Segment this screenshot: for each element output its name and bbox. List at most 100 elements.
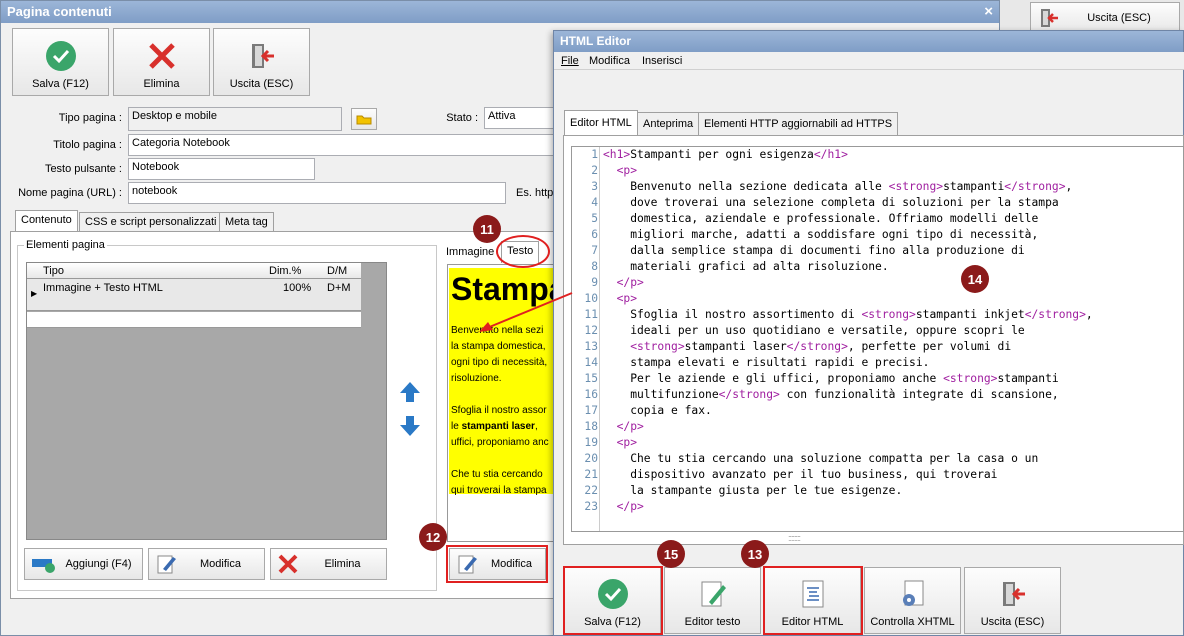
arrow-up-icon — [400, 382, 420, 402]
menu-modifica[interactable]: Modifica — [589, 55, 630, 67]
testo-pulsante-field[interactable]: Notebook — [128, 158, 315, 180]
menu-bar: File Modifica Inserisci — [554, 52, 1184, 70]
splitter-handle[interactable]: :::::::: — [788, 533, 801, 543]
titolo-field[interactable]: Categoria Notebook — [128, 134, 554, 156]
html-tag: <strong> — [861, 308, 916, 321]
tab-anteprima[interactable]: Anteprima — [637, 112, 700, 135]
code-line: Sfoglia il nostro assortimento di <stron… — [603, 308, 1093, 321]
html-tag: <p> — [616, 164, 638, 177]
code-text: migliori marche, adatti a soddisfare ogn… — [603, 228, 1039, 241]
tab-elementi-http[interactable]: Elementi HTTP aggiornabili ad HTTPS — [698, 112, 899, 135]
preview-p2-line: le stampanti laser, — [451, 419, 554, 435]
code-text: , — [1085, 308, 1093, 321]
code-text: Stampanti per ogni esigenza — [630, 148, 814, 161]
code-line: copia e fax. — [603, 404, 712, 417]
validate-xhtml-button[interactable]: Controlla XHTML — [864, 567, 961, 634]
marker-15: 15 — [657, 540, 685, 568]
menu-inserisci[interactable]: Inserisci — [642, 55, 682, 67]
exit-icon — [1041, 9, 1058, 27]
code-text: Sfoglia il nostro assortimento di — [603, 308, 862, 321]
line-number: 4 — [591, 196, 598, 209]
edit-icon — [157, 555, 176, 574]
main-window-title: Pagina contenuti — [1, 1, 999, 23]
table-row[interactable]: ▶ Immagine + Testo HTML 100% D+M — [27, 279, 361, 311]
close-icon[interactable]: × — [984, 3, 993, 20]
html-tag: <h1> — [603, 148, 631, 161]
editor-text-label: Editor testo — [684, 616, 741, 628]
code-line: migliori marche, adatti a soddisfare ogn… — [603, 228, 1038, 241]
gear-doc-icon — [902, 580, 923, 606]
save-button[interactable]: Salva (F12) — [12, 28, 109, 96]
code-line: materiali grafici ad alta risoluzione. — [603, 260, 888, 273]
code-line: <h1>Stampanti per ogni esigenza</h1> — [603, 148, 848, 161]
tipo-pagina-field[interactable]: Desktop e mobile — [128, 107, 342, 131]
preview-p2-text: le — [451, 421, 462, 432]
line-number: 23 — [584, 500, 598, 513]
exit-icon — [1002, 582, 1025, 606]
marker-11: 11 — [473, 215, 501, 243]
preview-p3-line: Che tu stia cercando — [451, 469, 543, 480]
editor-text-button[interactable]: Editor testo — [664, 567, 761, 634]
preview-p3-line: qui troverai la stampa — [451, 485, 547, 496]
preview-p1-line: risoluzione. — [451, 373, 502, 384]
line-number: 21 — [584, 468, 598, 481]
editor-title-bar: HTML Editor — [554, 31, 1183, 52]
html-tag: </p> — [616, 420, 644, 433]
code-text: stampanti laser — [684, 340, 787, 353]
code-line: <p> — [603, 436, 637, 449]
edit-icon — [701, 581, 726, 607]
code-line: la stampante giusta per le tue esigenze. — [603, 484, 902, 497]
tab-editor-html[interactable]: Editor HTML — [564, 110, 638, 135]
code-editor[interactable]: 1 <h1>Stampanti per ogni esigenza</h1> 2 <… — [571, 146, 1184, 532]
grid-new-row[interactable] — [27, 312, 361, 328]
delete-element-button[interactable]: Elimina — [270, 548, 387, 580]
folder-button[interactable] — [351, 108, 377, 130]
row-dm: D+M — [327, 282, 351, 294]
line-number: 12 — [584, 324, 598, 337]
move-up-button[interactable] — [396, 378, 424, 406]
tipo-pagina-label: Tipo pagina : — [58, 112, 122, 124]
stato-select[interactable]: Attiva — [484, 107, 554, 129]
code-text: dalla semplice stampa di documenti fino … — [603, 244, 1025, 257]
line-number: 13 — [584, 340, 598, 353]
tab-meta-tag[interactable]: Meta tag — [219, 212, 274, 232]
move-down-button[interactable] — [396, 412, 424, 440]
titolo-label: Titolo pagina : — [53, 139, 122, 151]
nome-pagina-field[interactable]: notebook — [128, 182, 506, 204]
code-line: Per le aziende e gli uffici, proponiamo … — [603, 372, 1059, 385]
highlight-modifica — [446, 545, 548, 583]
html-tag: <strong> — [888, 180, 944, 193]
html-tag: </strong> — [1024, 308, 1086, 321]
menu-file[interactable]: File — [561, 55, 579, 67]
line-number: 15 — [584, 372, 598, 385]
edit-element-button[interactable]: Modifica — [148, 548, 265, 580]
add-button[interactable]: Aggiungi (F4) — [24, 548, 143, 580]
code-text: con funzionalità integrate di scansione, — [779, 388, 1059, 401]
annotation-arrow — [479, 292, 573, 332]
preview-tab-immagine[interactable]: Immagine — [441, 243, 500, 263]
col-dim: Dim.% — [269, 265, 302, 277]
add-item-icon — [32, 559, 55, 573]
col-tipo: Tipo — [43, 265, 64, 277]
editor-exit-button[interactable]: Uscita (ESC) — [964, 567, 1061, 634]
exit-button[interactable]: Uscita (ESC) — [213, 28, 310, 96]
tab-contenuto[interactable]: Contenuto — [15, 210, 78, 232]
highlight-save — [563, 566, 663, 635]
code-line: Che tu stia cercando una soluzione compa… — [603, 452, 1038, 465]
code-text: multifunzione — [603, 388, 719, 401]
code-line: <p> — [603, 164, 637, 177]
html-tag: <strong> — [630, 340, 685, 353]
editor-title: HTML Editor — [560, 34, 632, 48]
grid-header: Tipo Dim.% D/M — [27, 263, 361, 279]
arrow-down-icon — [400, 416, 420, 436]
code-line: </p> — [603, 500, 644, 513]
html-tag: <p> — [616, 292, 638, 305]
nome-pagina-label: Nome pagina (URL) : — [18, 187, 122, 199]
line-number: 9 — [591, 276, 598, 289]
x-icon — [278, 554, 298, 574]
testo-pulsante-label: Testo pulsante : — [44, 163, 122, 175]
delete-button[interactable]: Elimina — [113, 28, 210, 96]
tab-css-script[interactable]: CSS e script personalizzati — [79, 212, 223, 232]
line-number: 20 — [584, 452, 598, 465]
elementi-group-label: Elementi pagina — [24, 239, 107, 251]
